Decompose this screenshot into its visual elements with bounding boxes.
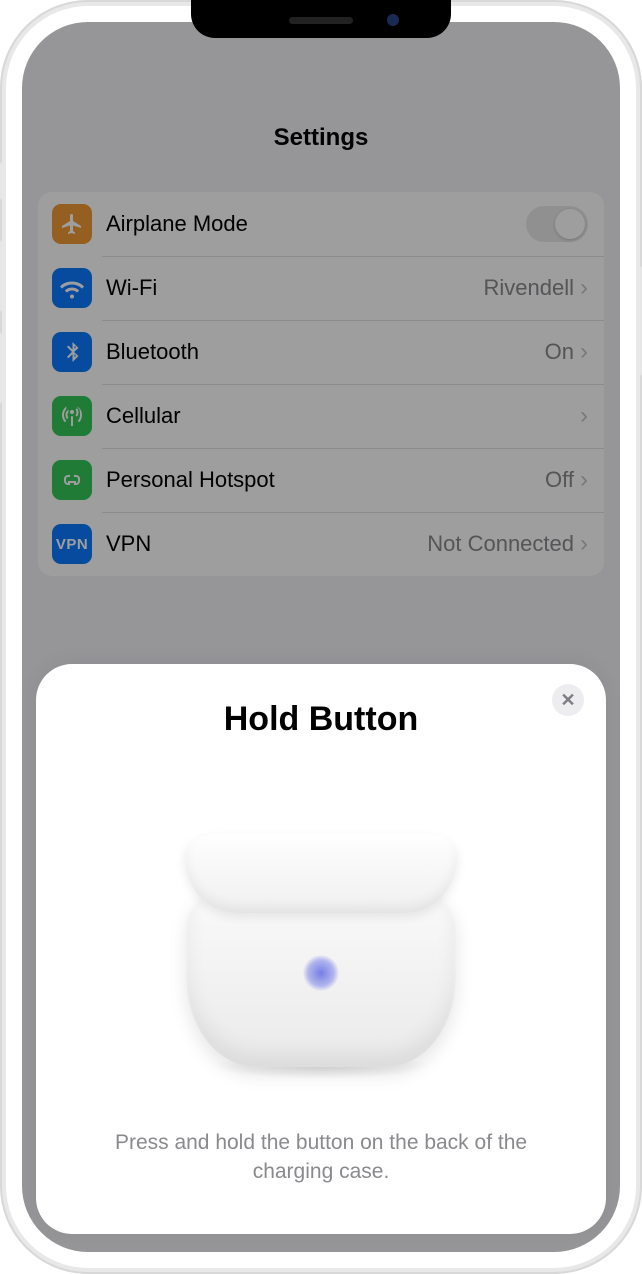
notch-camera <box>387 14 399 26</box>
volume-up-button <box>0 240 2 312</box>
sheet-title: Hold Button <box>70 700 572 739</box>
screen: Settings Airplane Mode Wi-Fi Rivendell › <box>22 22 620 1252</box>
pairing-light-indicator <box>303 955 339 991</box>
sheet-description: Press and hold the button on the back of… <box>70 1129 572 1186</box>
pairing-sheet: ✕ Hold Button Press and hold the button … <box>36 664 606 1234</box>
notch-speaker <box>289 17 353 24</box>
iphone-frame: Settings Airplane Mode Wi-Fi Rivendell › <box>0 0 642 1274</box>
close-button[interactable]: ✕ <box>552 684 584 716</box>
mute-switch <box>0 162 2 200</box>
volume-down-button <box>0 332 2 404</box>
airpods-case-illustration <box>70 787 572 1067</box>
close-icon: ✕ <box>560 690 575 711</box>
